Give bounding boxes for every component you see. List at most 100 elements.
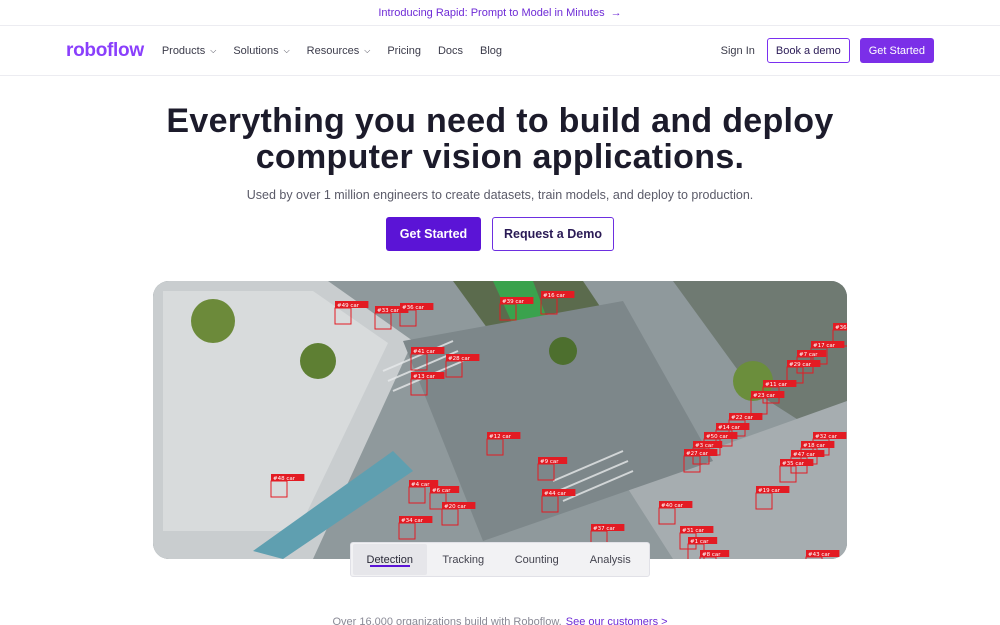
detection-label: #6 car [432, 488, 451, 494]
get-started-button[interactable]: Get Started [386, 217, 481, 251]
detection-label: #49 car [337, 303, 360, 309]
chevron-down-icon: ⌵ [210, 45, 217, 55]
customers-line: Over 16,000 organizations build with Rob… [0, 616, 1000, 625]
detection-label: #43 car [808, 552, 831, 558]
nav-solutions[interactable]: Solutions ⌵ [233, 45, 289, 57]
detection-box: #27 car [683, 449, 718, 473]
detection-box: #29 car [786, 360, 821, 384]
detection-box: #8 car [699, 550, 730, 559]
request-demo-button[interactable]: Request a Demo [492, 217, 614, 251]
detection-label: #4 car [411, 482, 430, 488]
book-demo-button[interactable]: Book a demo [766, 38, 850, 63]
detection-label: #29 car [789, 362, 812, 368]
detection-label: #33 car [377, 308, 400, 314]
tab-tracking[interactable]: Tracking [427, 544, 501, 575]
detection-label: #41 car [413, 349, 436, 355]
detection-box: #41 car [410, 347, 445, 371]
tab-analysis[interactable]: Analysis [574, 544, 648, 575]
bounding-box [441, 508, 459, 526]
bounding-box [445, 360, 463, 378]
detection-label: #1 car [690, 539, 709, 545]
detection-overlay: #49 car #33 car #36 car #41 car #28 car #13 c… [270, 291, 847, 559]
hero-headline: Everything you need to build and deploy … [0, 103, 1000, 175]
detection-label: #13 car [413, 374, 436, 380]
nav-blog-label: Blog [480, 44, 503, 57]
detection-label: #36 car [402, 305, 425, 311]
arrow-right-icon: → [610, 6, 622, 19]
nav-solutions-label: Solutions [233, 44, 279, 57]
nav-docs-label: Docs [437, 44, 463, 57]
bounding-box [755, 492, 773, 510]
nav-actions: Sign In Book a demo Get Started [721, 38, 934, 63]
bounding-box [486, 438, 504, 456]
bounding-box [499, 303, 517, 321]
detection-label: #3 car [695, 443, 714, 449]
detection-label: #16 car [543, 293, 566, 299]
demo-tabs: Detection Tracking Counting Analysis [350, 542, 650, 577]
detection-box: #36 car [399, 303, 434, 327]
bounding-box [410, 353, 428, 371]
detection-box: #35 car [779, 459, 814, 483]
detection-label: #12 car [489, 434, 512, 440]
bounding-box [541, 495, 559, 513]
nav-pricing[interactable]: Pricing [387, 45, 421, 57]
nav-docs[interactable]: Docs [438, 45, 463, 57]
bounding-box [398, 522, 416, 540]
headline-line-1: Everything you need to build and deploy [166, 102, 834, 140]
detection-label: #20 car [444, 504, 467, 510]
bounding-box [540, 297, 558, 315]
detection-box: #44 car [541, 489, 576, 513]
top-navigation: roboflow Products ⌵ Solutions ⌵ Resources ⌵… [0, 26, 1000, 76]
detection-box: #16 car [540, 291, 575, 315]
nav-products[interactable]: Products ⌵ [162, 45, 217, 57]
detection-box: #40 car [658, 501, 693, 525]
detection-box: #9 car [537, 457, 568, 481]
detection-box: #20 car [441, 502, 476, 526]
detection-label: #22 car [731, 415, 754, 421]
nav-resources[interactable]: Resources ⌵ [307, 45, 371, 57]
bounding-box [408, 486, 426, 504]
detection-box: #12 car [486, 432, 521, 456]
detection-label: #28 car [448, 356, 471, 362]
detection-box: #28 car [445, 354, 480, 378]
bounding-box [374, 312, 392, 330]
bounding-box [270, 480, 288, 498]
announcement-text[interactable]: Introducing Rapid: Prompt to Model in Mi… [378, 7, 604, 19]
detection-label: #44 car [544, 491, 567, 497]
announcement-bar[interactable]: Introducing Rapid: Prompt to Model in Mi… [0, 0, 1000, 26]
bounding-box [410, 378, 428, 396]
detection-box: #39 car [499, 297, 534, 321]
nav-pricing-label: Pricing [387, 44, 421, 57]
detection-label: #27 car [686, 451, 709, 457]
detection-label: #14 car [718, 425, 741, 431]
detection-label: #7 car [799, 352, 818, 358]
bounding-box [779, 465, 797, 483]
roboflow-logo[interactable]: roboflow [66, 40, 144, 62]
nav-links: Products ⌵ Solutions ⌵ Resources ⌵ Pricing … [162, 45, 502, 57]
detection-label: #37 car [593, 526, 616, 532]
detection-label: #17 car [813, 343, 836, 349]
detection-label: #23 car [753, 393, 776, 399]
detection-label: #35 car [782, 461, 805, 467]
detection-label: #31 car [682, 528, 705, 534]
hero-section: Everything you need to build and deploy … [0, 103, 1000, 251]
nav-get-started-button[interactable]: Get Started [859, 38, 934, 63]
sign-in-link[interactable]: Sign In [721, 45, 755, 57]
chevron-down-icon: ⌵ [283, 45, 290, 55]
hero-cta-row: Get Started Request a Demo [0, 217, 1000, 251]
tab-counting[interactable]: Counting [500, 544, 574, 575]
detection-label: #19 car [758, 488, 781, 494]
aerial-detection-video[interactable]: #49 car #33 car #36 car #41 car #28 car #13 c… [153, 281, 847, 559]
headline-line-2: computer vision applications. [255, 138, 745, 176]
hero-subtitle: Used by over 1 million engineers to crea… [246, 188, 754, 202]
bounding-box [658, 507, 676, 525]
detection-box: #49 car [334, 301, 369, 325]
bounding-box [537, 463, 555, 481]
detection-label: #11 car [765, 382, 788, 388]
chevron-down-icon: ⌵ [364, 45, 371, 55]
tab-detection[interactable]: Detection [353, 544, 427, 575]
nav-products-label: Products [161, 44, 206, 57]
see-customers-link[interactable]: See our customers > [566, 616, 668, 625]
nav-blog[interactable]: Blog [480, 45, 502, 57]
detection-label: #39 car [502, 299, 525, 305]
